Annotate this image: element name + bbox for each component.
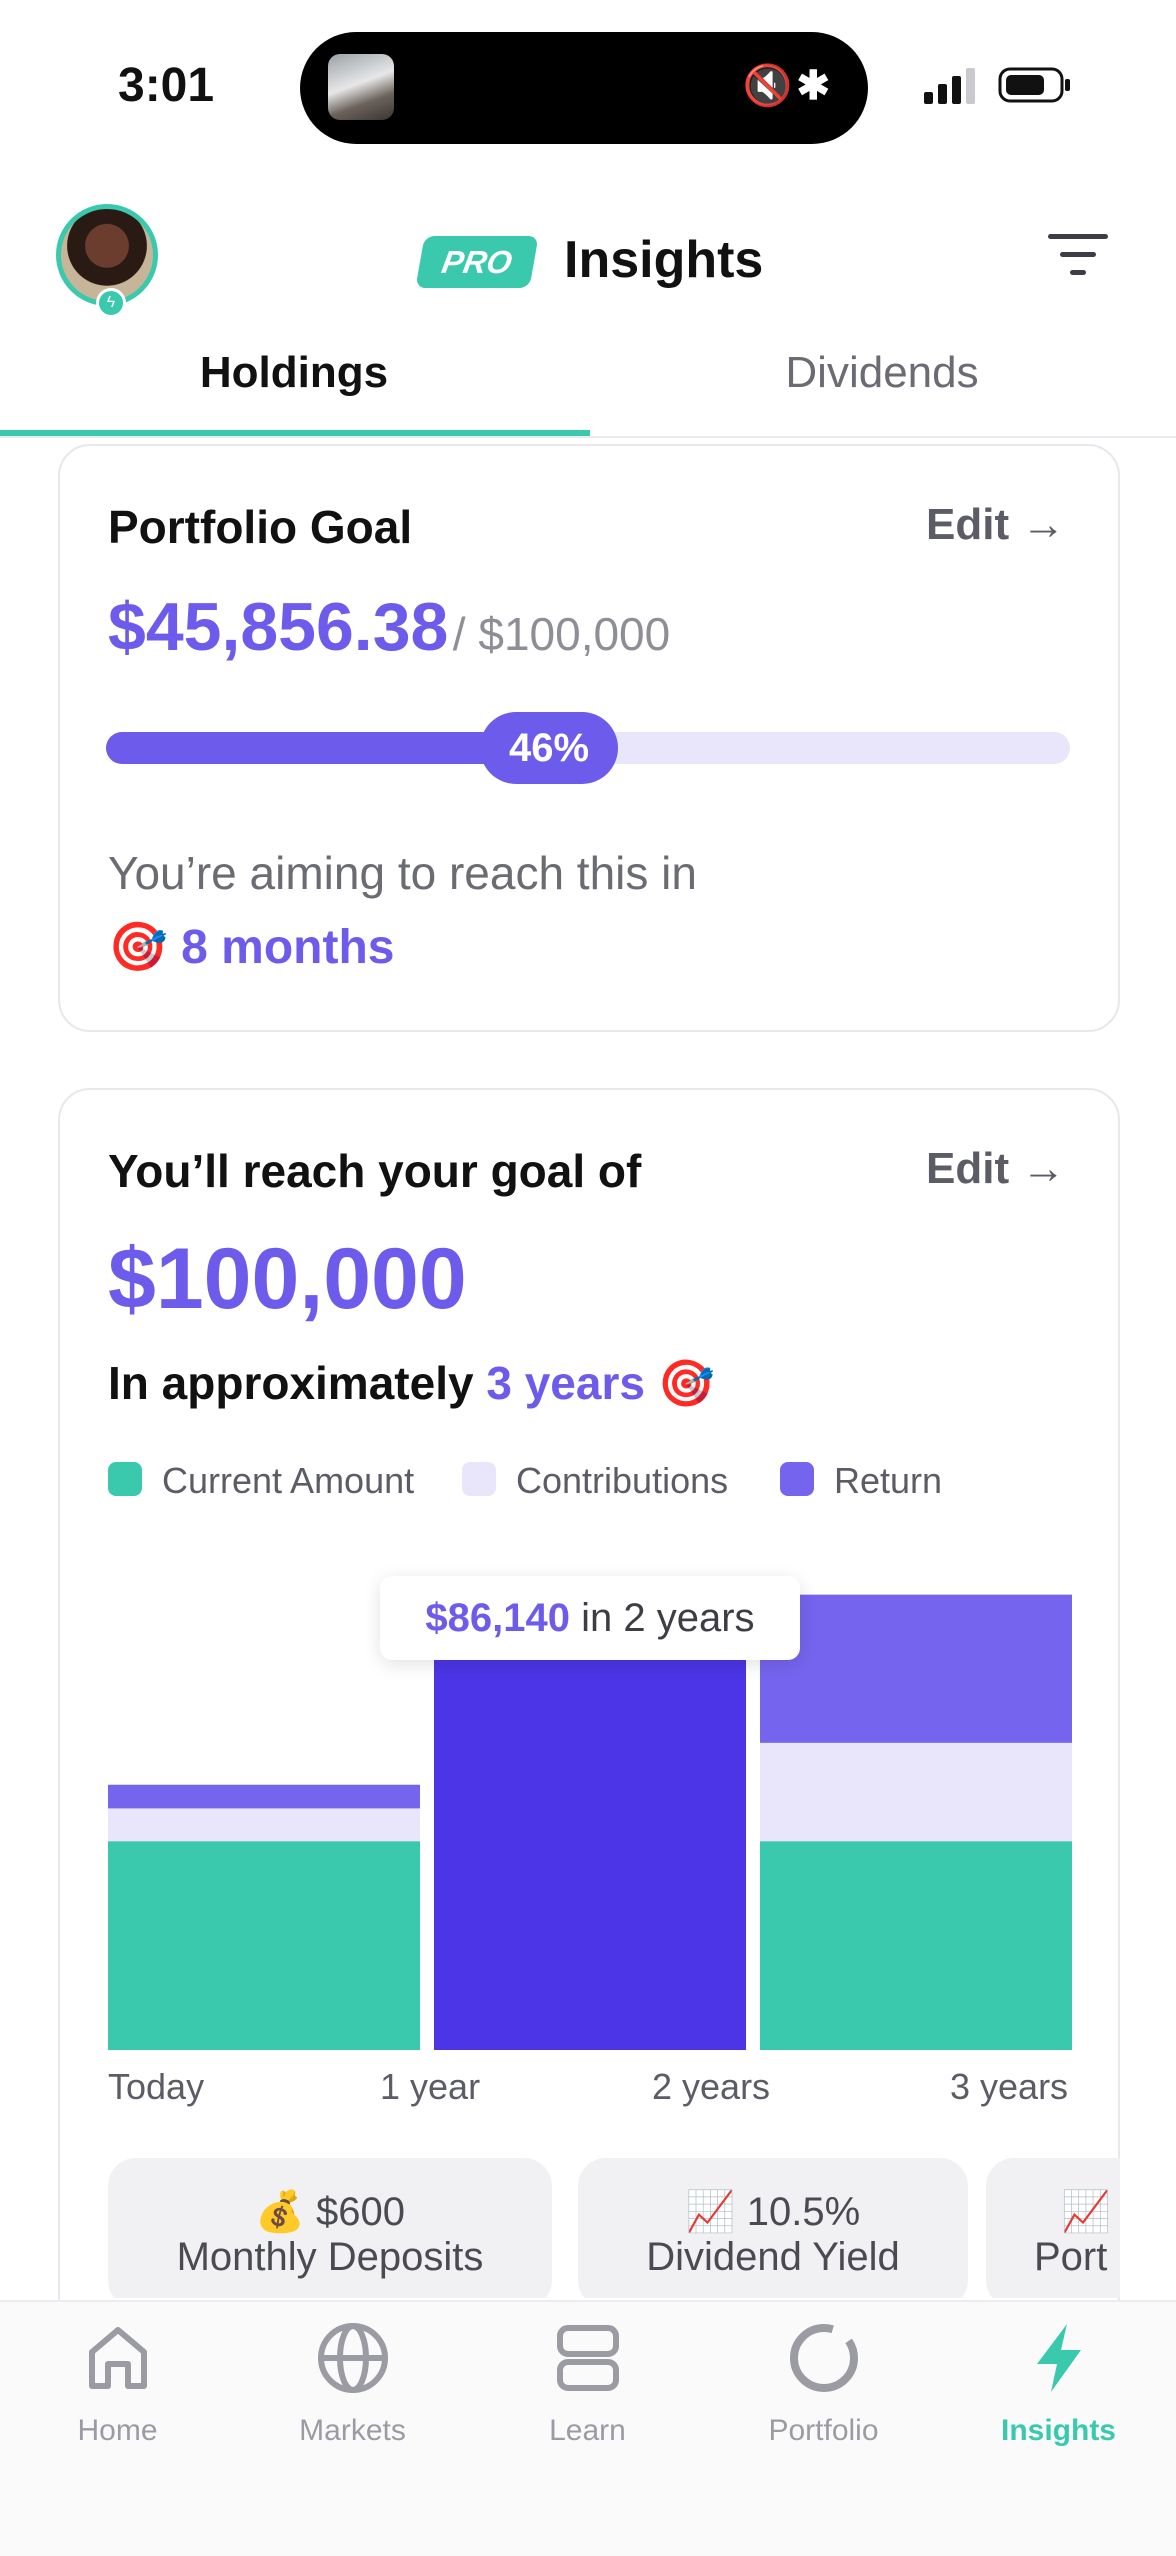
chart-up-icon: 📈: [1061, 2190, 1111, 2234]
legend-swatch: [780, 1462, 814, 1496]
target-emoji-icon: 🎯: [657, 1357, 716, 1409]
projection-heading: You’ll reach your goal of: [108, 1145, 642, 1197]
chip-value: 10.5%: [746, 2190, 861, 2234]
tooltip-value: $86,140: [425, 1596, 571, 1640]
projection-goal-amount: $100,000: [108, 1231, 467, 1327]
money-bag-icon: 💰: [255, 2190, 305, 2234]
monthly-deposits-chip[interactable]: 💰 $600 Monthly Deposits: [108, 2158, 552, 2298]
legend-label: Current Amount: [162, 1460, 415, 1501]
chart-tooltip: $86,140 in 2 years: [380, 1576, 800, 1660]
bar-segment-return[interactable]: [760, 1594, 1072, 1743]
chip-label: Dividend Yield: [646, 2235, 900, 2279]
nav-home[interactable]: Home: [0, 2318, 235, 2448]
chip-value: $600: [315, 2190, 405, 2234]
portfolio-goal-heading: Portfolio Goal: [108, 501, 413, 553]
aim-duration-value: 8 months: [181, 921, 395, 974]
assumption-chips: 💰 $600 Monthly Deposits 📈 10.5% Dividend…: [108, 2158, 1120, 2298]
mute-bluetooth-icon: 🔇✱: [742, 64, 834, 108]
nav-portfolio[interactable]: Portfolio: [706, 2318, 941, 2448]
goal-amount-row: $45,856.38 / $100,000: [108, 588, 670, 666]
bar-segment-current-amount[interactable]: [760, 1841, 1072, 2050]
home-icon: [88, 2327, 147, 2389]
bolt-icon: [1036, 2324, 1081, 2392]
avatar-bolt-icon: ϟ: [96, 288, 126, 318]
portfolio-icon: [789, 2324, 858, 2392]
x-tick-label: 2 years: [652, 2066, 771, 2107]
active-tab-indicator: [0, 430, 590, 436]
aim-text: You’re aiming to reach this in: [108, 847, 697, 899]
nav-label: Portfolio: [768, 2414, 879, 2447]
chip-label: Port: [1034, 2235, 1108, 2279]
x-tick-label: Today: [108, 2066, 205, 2107]
tooltip-suffix: in 2 years: [581, 1596, 755, 1640]
nav-markets[interactable]: Markets: [235, 2318, 470, 2448]
cellular-signal-icon: [924, 68, 975, 104]
chart-up-icon: 📈: [685, 2190, 736, 2234]
goal-progress-label: 46%: [480, 712, 618, 784]
portfolio-chip[interactable]: 📈 Port: [986, 2158, 1120, 2298]
nav-learn[interactable]: Learn: [470, 2318, 705, 2448]
bar-segment-current-amount[interactable]: [108, 1841, 420, 2050]
x-tick-label: 3 years: [950, 2066, 1069, 2107]
nav-label: Learn: [549, 2414, 626, 2447]
approx-time: In approximately 3 years 🎯: [108, 1356, 715, 1411]
pro-badge: PRO: [415, 236, 539, 288]
globe-icon: [317, 2323, 388, 2393]
now-playing-thumbnail: [328, 54, 394, 120]
nav-label: Insights: [1000, 2414, 1116, 2447]
legend-label: Return: [834, 1460, 943, 1501]
bar-segment-return[interactable]: [108, 1784, 420, 1809]
bar-segment-contributions[interactable]: [108, 1808, 420, 1842]
bar-segment-return[interactable]: [434, 1657, 746, 2050]
nav-insights[interactable]: Insights: [941, 2318, 1176, 2448]
approx-prefix: In approximately: [108, 1357, 474, 1409]
legend-swatch: [462, 1462, 496, 1496]
learn-icon: [556, 2325, 619, 2391]
legend-label: Contributions: [516, 1460, 729, 1501]
current-amount: $45,856.38: [108, 589, 449, 665]
tab-dividends[interactable]: Dividends: [588, 348, 1176, 398]
filter-icon[interactable]: [1046, 230, 1112, 280]
nav-label: Markets: [299, 2414, 406, 2447]
projection-edit-button[interactable]: Edit →: [926, 1144, 1065, 1194]
target-emoji-icon: 🎯: [108, 921, 168, 974]
legend-swatch: [108, 1462, 142, 1496]
battery-icon: [998, 67, 1070, 103]
tab-holdings[interactable]: Holdings: [0, 348, 588, 398]
dynamic-island[interactable]: 🔇✱: [300, 32, 868, 144]
x-tick-label: 1 year: [380, 2066, 481, 2107]
bar-segment-contributions[interactable]: [760, 1742, 1072, 1842]
dividend-yield-chip[interactable]: 📈 10.5% Dividend Yield: [578, 2158, 968, 2298]
chip-label: Monthly Deposits: [176, 2235, 484, 2279]
tab-divider: [0, 436, 1176, 438]
page-title: Insights: [564, 231, 764, 289]
status-time: 3:01: [118, 59, 215, 112]
nav-label: Home: [77, 2414, 158, 2447]
target-amount: / $100,000: [452, 608, 671, 660]
portfolio-goal-edit-button[interactable]: Edit →: [926, 500, 1065, 550]
approx-value: 3 years: [486, 1357, 645, 1409]
aim-duration: 🎯 8 months: [108, 918, 394, 975]
